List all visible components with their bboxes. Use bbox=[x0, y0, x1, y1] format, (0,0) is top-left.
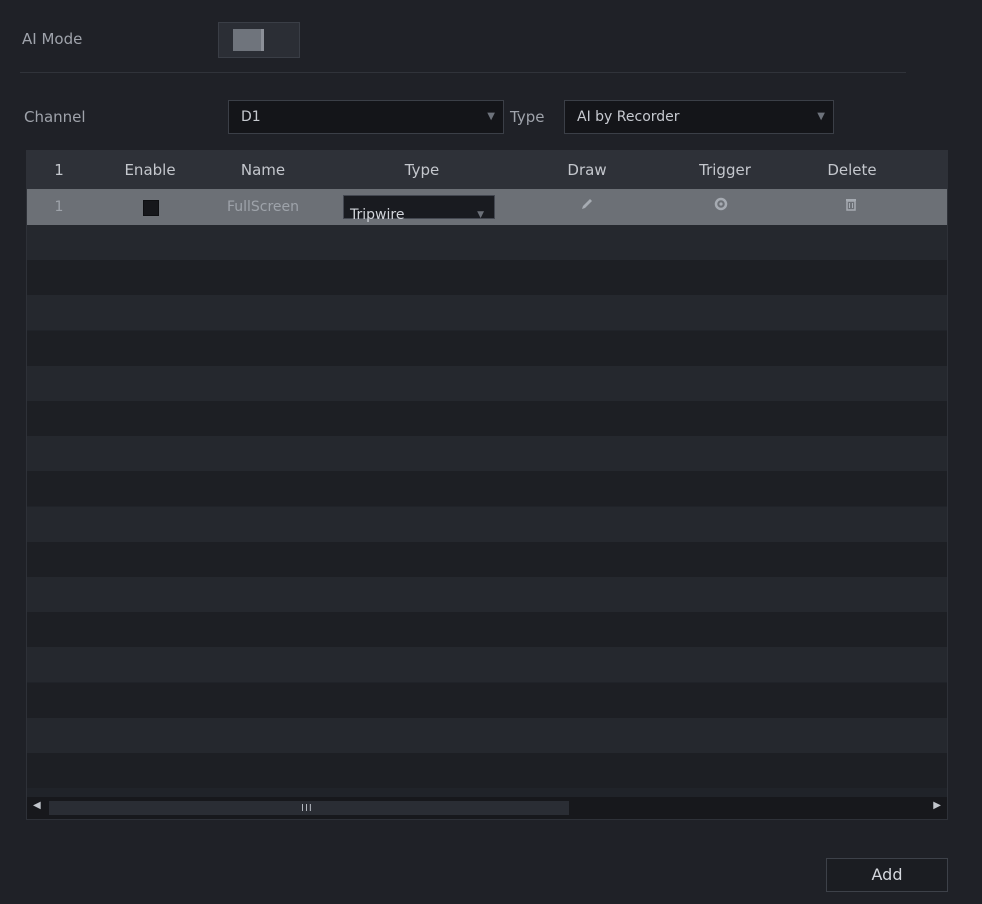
empty-row bbox=[27, 577, 947, 612]
table-header: 1 Enable Name Type Draw Trigger Delete bbox=[27, 151, 947, 189]
type-label: Type bbox=[510, 108, 545, 126]
type-select[interactable]: AI by Recorder ▼ bbox=[564, 100, 834, 134]
scroll-right-icon[interactable]: ▶ bbox=[933, 800, 941, 811]
empty-row bbox=[27, 401, 947, 436]
empty-row bbox=[27, 753, 947, 788]
empty-row bbox=[27, 717, 947, 753]
table-row[interactable]: 1 FullScreen Tripwire ▼ bbox=[27, 189, 947, 225]
empty-row bbox=[27, 612, 947, 648]
gear-icon[interactable] bbox=[713, 189, 729, 227]
type-value: AI by Recorder bbox=[577, 109, 680, 125]
empty-row bbox=[27, 647, 947, 683]
ai-mode-label: AI Mode bbox=[22, 30, 83, 48]
enable-checkbox[interactable] bbox=[143, 200, 159, 216]
column-index: 1 bbox=[54, 161, 64, 179]
empty-row bbox=[27, 260, 947, 296]
scroll-thumb[interactable]: III bbox=[49, 801, 569, 815]
column-delete: Delete bbox=[827, 161, 877, 179]
empty-row bbox=[27, 541, 947, 577]
channel-select[interactable]: D1 ▼ bbox=[228, 100, 504, 134]
empty-row bbox=[27, 330, 947, 366]
empty-row bbox=[27, 295, 947, 331]
empty-row bbox=[27, 682, 947, 718]
row-type-select[interactable]: Tripwire ▼ bbox=[343, 195, 495, 223]
channel-value: D1 bbox=[241, 109, 261, 125]
empty-row bbox=[27, 436, 947, 472]
column-trigger: Trigger bbox=[699, 161, 751, 179]
ai-mode-toggle[interactable] bbox=[218, 22, 300, 58]
empty-row bbox=[27, 471, 947, 507]
column-type: Type bbox=[404, 161, 440, 179]
column-enable: Enable bbox=[124, 161, 176, 179]
rules-table: 1 Enable Name Type Draw Trigger Delete 1… bbox=[26, 150, 948, 820]
chevron-down-icon: ▼ bbox=[487, 111, 495, 122]
row-name: FullScreen bbox=[226, 199, 300, 215]
empty-row bbox=[27, 365, 947, 401]
horizontal-scrollbar[interactable]: ◀ III ▶ bbox=[27, 797, 947, 819]
scroll-left-icon[interactable]: ◀ bbox=[33, 800, 41, 811]
scroll-grip-icon: III bbox=[301, 803, 313, 814]
row-index: 1 bbox=[54, 199, 64, 215]
chevron-down-icon: ▼ bbox=[817, 111, 825, 122]
column-draw: Draw bbox=[567, 161, 607, 179]
divider bbox=[20, 72, 906, 73]
empty-row bbox=[27, 225, 947, 260]
empty-row bbox=[27, 506, 947, 542]
toggle-knob bbox=[233, 29, 264, 51]
pencil-icon[interactable] bbox=[579, 189, 595, 227]
channel-label: Channel bbox=[24, 108, 86, 126]
add-button[interactable]: Add bbox=[826, 858, 948, 892]
trash-icon[interactable] bbox=[843, 189, 859, 227]
column-name: Name bbox=[240, 161, 286, 179]
